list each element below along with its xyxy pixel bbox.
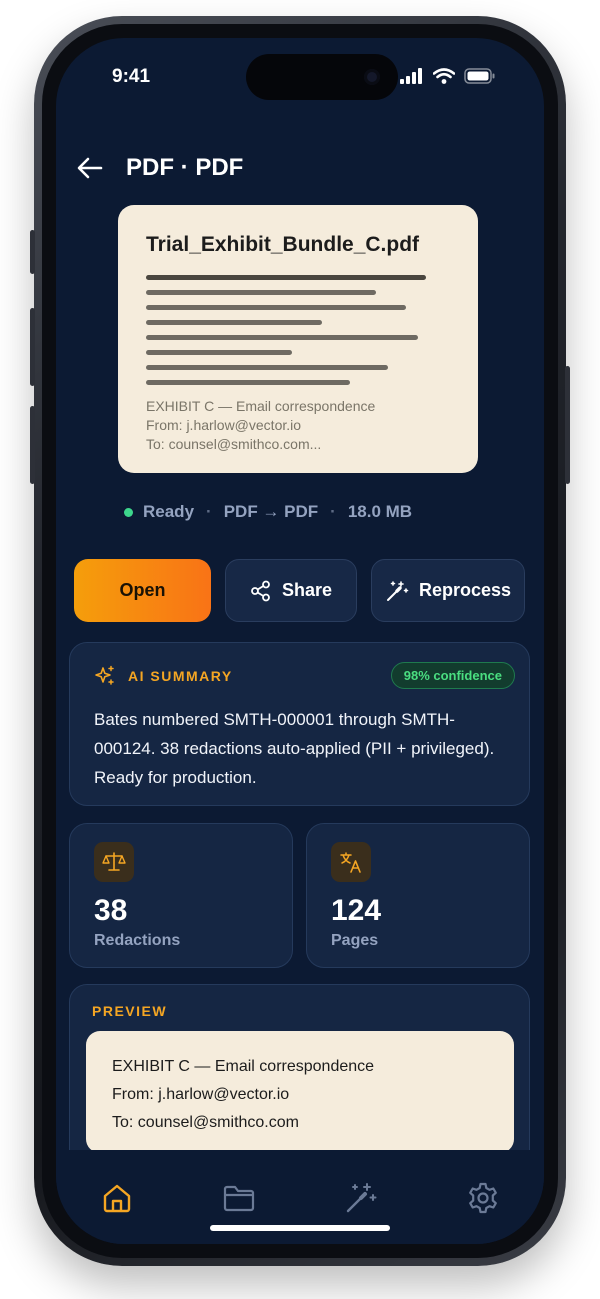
gear-icon bbox=[469, 1182, 497, 1214]
folder-icon bbox=[223, 1185, 255, 1212]
volume-up-button bbox=[30, 308, 35, 386]
text-line bbox=[146, 365, 388, 370]
action-buttons: Open Share Reprocess bbox=[74, 559, 525, 622]
tab-tools[interactable] bbox=[339, 1176, 383, 1220]
translate-icon bbox=[340, 852, 361, 873]
status-badge: Ready bbox=[124, 502, 194, 522]
text-line bbox=[146, 305, 406, 310]
text-line bbox=[146, 335, 418, 340]
text-line bbox=[146, 290, 376, 295]
sparkles-icon bbox=[95, 665, 114, 685]
document-snippet: EXHIBIT C — Email correspondence From: j… bbox=[146, 397, 450, 454]
battery-icon bbox=[464, 68, 495, 84]
phone-frame: 9:41 PDF · PDF Trial_Exhibit_Bundle_C.pd… bbox=[30, 16, 570, 1266]
status-icons bbox=[400, 68, 496, 84]
stat-value: 38 bbox=[94, 894, 128, 927]
stat-icon-container bbox=[94, 842, 134, 882]
status-dot bbox=[124, 507, 133, 517]
tab-home[interactable] bbox=[95, 1176, 139, 1220]
status-time: 9:41 bbox=[112, 66, 151, 87]
document-text-lines bbox=[146, 275, 450, 385]
ai-summary-header: AI SUMMARY bbox=[94, 665, 233, 687]
conversion-text: PDF → PDF bbox=[223, 502, 319, 521]
snippet-line: EXHIBIT C — Email correspondence bbox=[146, 398, 376, 414]
document-meta: Ready · PDF → PDF · 18.0 MB bbox=[124, 502, 412, 522]
dynamic-island bbox=[246, 54, 398, 100]
home-icon bbox=[103, 1184, 131, 1213]
status-text: Ready bbox=[143, 502, 195, 521]
snippet-line: From: j.harlow@vector.io bbox=[146, 417, 302, 433]
ai-summary-panel: AI SUMMARY 98% confidence Bates numbered… bbox=[69, 642, 530, 806]
share-button-label: Share bbox=[281, 580, 333, 600]
magic-wand-icon bbox=[346, 1183, 377, 1213]
page-title: PDF · PDF bbox=[126, 154, 244, 181]
home-indicator bbox=[210, 1225, 390, 1231]
share-icon bbox=[251, 580, 270, 601]
silent-switch bbox=[30, 230, 35, 274]
cellular-signal-icon bbox=[400, 68, 422, 84]
magic-wand-icon bbox=[386, 580, 409, 601]
header: PDF · PDF bbox=[70, 148, 243, 188]
arrow-left-icon bbox=[77, 157, 103, 179]
text-line bbox=[146, 320, 322, 325]
stat-card-pages[interactable]: 124 Pages bbox=[306, 823, 530, 968]
preview-label: PREVIEW bbox=[92, 1003, 168, 1019]
camera-icon bbox=[364, 69, 380, 85]
file-size: 18.0 MB bbox=[347, 502, 413, 521]
stat-label: Pages bbox=[331, 932, 379, 949]
preview-line: To: counsel@smithco.com bbox=[112, 1114, 299, 1131]
share-button[interactable]: Share bbox=[225, 559, 357, 622]
text-line bbox=[146, 350, 292, 355]
text-line bbox=[146, 380, 350, 385]
preview-card[interactable]: EXHIBIT C — Email correspondence From: j… bbox=[86, 1031, 514, 1153]
meta-separator: · bbox=[330, 502, 336, 521]
tab-files[interactable] bbox=[217, 1176, 261, 1220]
tab-settings[interactable] bbox=[461, 1176, 505, 1220]
ai-summary-label: AI SUMMARY bbox=[128, 668, 233, 684]
stat-value: 124 bbox=[331, 894, 382, 927]
stat-card-redactions[interactable]: 38 Redactions bbox=[69, 823, 293, 968]
scale-icon bbox=[102, 852, 126, 871]
wifi-icon bbox=[433, 68, 455, 84]
volume-down-button bbox=[30, 406, 35, 484]
ai-summary-text: Bates numbered SMTH-000001 through SMTH-… bbox=[94, 710, 495, 787]
open-button-label: Open bbox=[119, 580, 166, 600]
reprocess-button[interactable]: Reprocess bbox=[371, 559, 525, 622]
back-button[interactable] bbox=[70, 148, 110, 188]
snippet-line: To: counsel@smithco.com... bbox=[146, 436, 322, 452]
confidence-badge: 98% confidence bbox=[390, 662, 515, 689]
text-line bbox=[146, 275, 426, 280]
document-thumbnail[interactable]: Trial_Exhibit_Bundle_C.pdf EXHIBIT C — E… bbox=[118, 205, 478, 473]
document-filename: Trial_Exhibit_Bundle_C.pdf bbox=[146, 233, 420, 256]
preview-line: EXHIBIT C — Email correspondence bbox=[112, 1058, 375, 1075]
stat-label: Redactions bbox=[94, 932, 181, 949]
preview-line: From: j.harlow@vector.io bbox=[112, 1086, 290, 1103]
screen: 9:41 PDF · PDF Trial_Exhibit_Bundle_C.pd… bbox=[56, 38, 544, 1244]
reprocess-button-label: Reprocess bbox=[418, 580, 512, 600]
stat-icon-container bbox=[331, 842, 371, 882]
open-button[interactable]: Open bbox=[74, 559, 211, 622]
power-button bbox=[565, 366, 570, 484]
meta-separator: · bbox=[206, 502, 212, 521]
